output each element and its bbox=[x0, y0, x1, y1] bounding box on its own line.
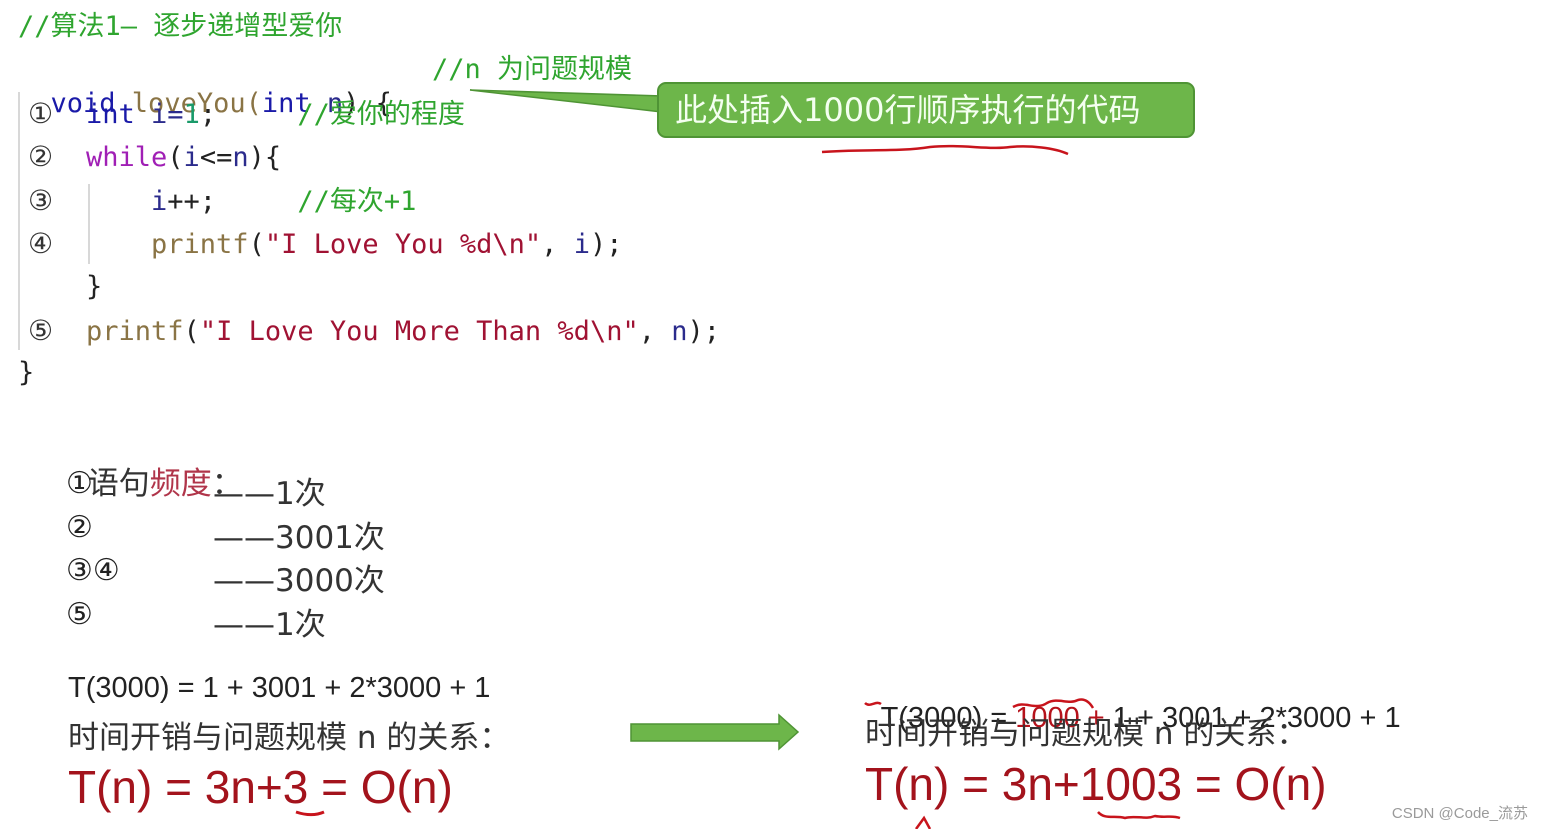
right-handwritten-marks bbox=[864, 698, 1181, 829]
csdn-watermark: CSDN @Code_流苏 bbox=[1391, 805, 1528, 822]
